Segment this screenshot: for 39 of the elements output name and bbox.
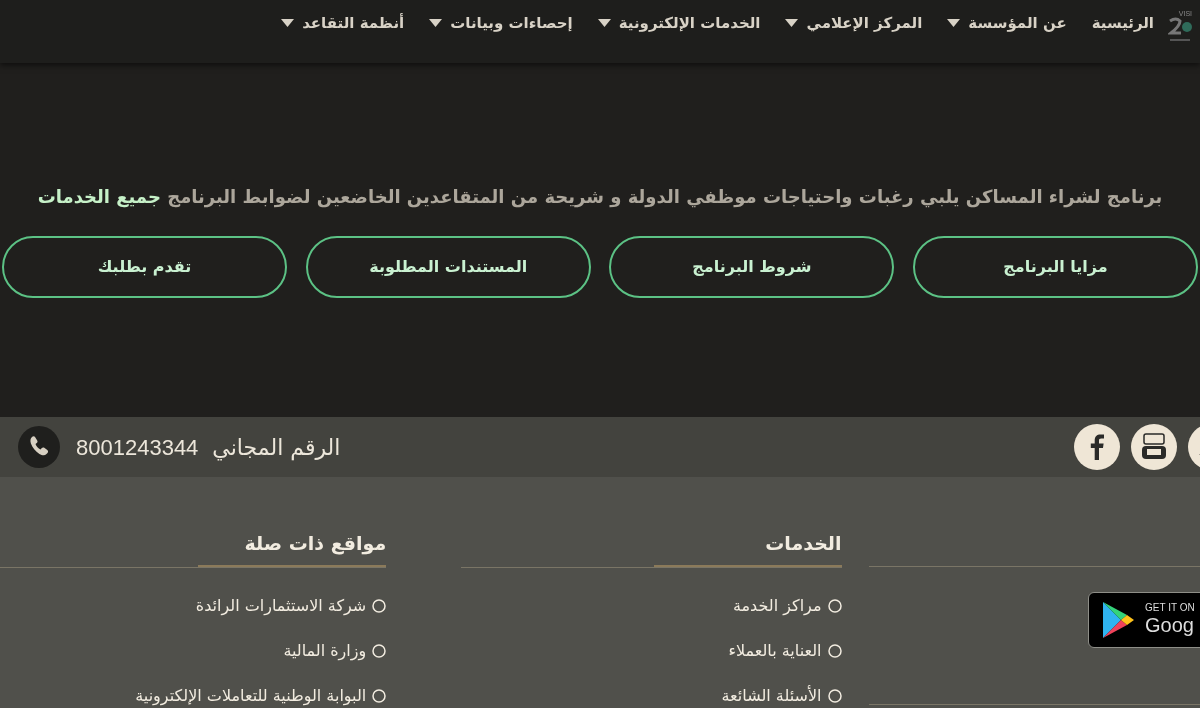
circle-bullet-icon [372, 688, 387, 703]
badge-store-name: Goog [1145, 612, 1194, 638]
program-button[interactable]: المستندات المطلوبة [305, 236, 591, 298]
program-button[interactable]: مزايا البرنامج [913, 236, 1198, 298]
circle-bullet-icon [827, 688, 842, 703]
phone-number: 8001243344 [76, 433, 199, 462]
footer-column-title: مواقع ذات صلة [198, 529, 387, 567]
program-button[interactable]: شروط البرنامج [609, 236, 895, 298]
footer-link[interactable]: العناية بالعملاء [728, 638, 822, 663]
caret-icon[interactable] [281, 19, 295, 28]
caret-icon[interactable] [785, 19, 799, 28]
badge-small-text: GET IT ON [1145, 602, 1195, 613]
all-services-link[interactable]: جميع الخدمات [37, 186, 161, 207]
phone-icon [18, 426, 60, 468]
caret-icon[interactable] [947, 19, 961, 28]
caret-icon[interactable] [597, 19, 611, 28]
circle-bullet-icon [827, 643, 842, 658]
play-store-icon [1101, 601, 1135, 639]
nav-menu-item[interactable]: أنظمة التقاعد [302, 12, 405, 35]
nav-menu-item[interactable]: الخدمات الإلكترونية [618, 12, 761, 35]
footer-link[interactable]: وزارة المالية [283, 638, 367, 663]
toll-free-label: الرقم المجاني [212, 433, 341, 463]
nav-menu-item[interactable]: إحصاءات وبيانات [450, 12, 573, 35]
circle-bullet-icon [372, 598, 387, 613]
circle-bullet-icon [372, 643, 387, 658]
program-button[interactable]: تقدم بطلبك [2, 236, 288, 298]
facebook-icon[interactable] [1074, 424, 1120, 470]
nav-menu-item[interactable]: الرئيسية [1091, 12, 1154, 35]
caret-icon[interactable] [429, 19, 443, 28]
nav-menu-item[interactable]: عن المؤسسة [968, 12, 1067, 35]
nav-menu-item[interactable]: المركز الإعلامي [806, 12, 923, 35]
footer-column-title: الخدمات [653, 529, 842, 567]
footer-link[interactable]: الأسئلة الشائعة [721, 683, 822, 708]
footer-link[interactable]: مراكز الخدمة [732, 593, 822, 618]
footer-link[interactable]: البوابة الوطنية للتعاملات الإلكترونية [135, 683, 367, 708]
program-description: برنامج لشراء المساكن يلبي رغبات واحتياجات موظفي الدولة و شريحة من المتقاعدين الخاضعين لضوابط البرنامج جميع الخدمات [37, 185, 1163, 210]
footer-link[interactable]: شركة الاستثمارات الرائدة [195, 593, 367, 618]
google-play-badge[interactable]: GET IT ON Goog [1088, 592, 1200, 648]
circle-bullet-icon [827, 598, 842, 613]
